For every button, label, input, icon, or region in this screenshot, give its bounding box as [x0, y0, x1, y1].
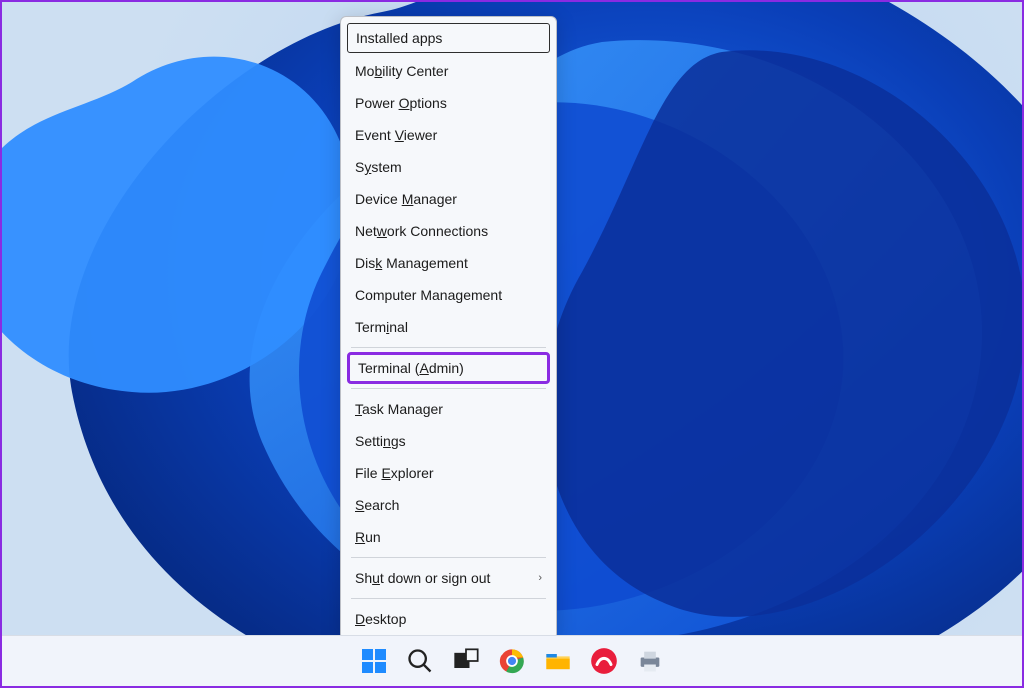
menu-item-12[interactable]: Settings — [341, 425, 556, 457]
menu-item-10[interactable]: Terminal (Admin) — [347, 352, 550, 384]
menu-item-16[interactable]: Shut down or sign out › — [341, 562, 556, 594]
menu-item-0[interactable]: Installed apps — [347, 23, 550, 53]
menu-item-2[interactable]: Power Options — [341, 87, 556, 119]
folder-icon — [544, 647, 572, 675]
menu-item-11[interactable]: Task Manager — [341, 393, 556, 425]
start-button[interactable] — [360, 647, 388, 675]
menu-item-label: Terminal (Admin) — [358, 359, 464, 377]
menu-item-label: Mobility Center — [355, 62, 448, 80]
menu-separator — [351, 347, 546, 348]
menu-separator — [351, 388, 546, 389]
menu-separator — [351, 598, 546, 599]
menu-item-label: Device Manager — [355, 190, 457, 208]
menu-item-label: Shut down or sign out — [355, 569, 490, 587]
menu-item-label: Network Connections — [355, 222, 488, 240]
menu-item-5[interactable]: Device Manager — [341, 183, 556, 215]
menu-item-1[interactable]: Mobility Center — [341, 55, 556, 87]
menu-item-label: Desktop — [355, 610, 406, 628]
menu-item-6[interactable]: Network Connections — [341, 215, 556, 247]
menu-item-4[interactable]: System — [341, 151, 556, 183]
menu-item-8[interactable]: Computer Management — [341, 279, 556, 311]
menu-item-7[interactable]: Disk Management — [341, 247, 556, 279]
menu-item-label: System — [355, 158, 402, 176]
menu-item-13[interactable]: File Explorer — [341, 457, 556, 489]
file-explorer-button[interactable] — [544, 647, 572, 675]
search-button[interactable] — [406, 647, 434, 675]
menu-item-label: Search — [355, 496, 399, 514]
menu-item-3[interactable]: Event Viewer — [341, 119, 556, 151]
menu-item-label: Event Viewer — [355, 126, 437, 144]
task-view-button[interactable] — [452, 647, 480, 675]
chrome-icon — [498, 647, 526, 675]
menu-item-label: Power Options — [355, 94, 447, 112]
menu-separator — [351, 557, 546, 558]
menu-item-label: Run — [355, 528, 381, 546]
menu-item-label: Computer Management — [355, 286, 502, 304]
menu-item-15[interactable]: Run — [341, 521, 556, 553]
chrome-button[interactable] — [498, 647, 526, 675]
printer-icon — [636, 647, 664, 675]
menu-item-17[interactable]: Desktop — [341, 603, 556, 635]
menu-item-label: Installed apps — [356, 29, 442, 47]
menu-item-label: Task Manager — [355, 400, 443, 418]
menu-item-label: File Explorer — [355, 464, 434, 482]
menu-item-label: Settings — [355, 432, 406, 450]
taskbar — [2, 635, 1022, 686]
menu-item-label: Terminal — [355, 318, 408, 336]
winx-context-menu: Installed apps Mobility Center Power Optio… — [340, 16, 557, 640]
chevron-right-icon: › — [538, 569, 542, 587]
menu-item-14[interactable]: Search — [341, 489, 556, 521]
task-view-icon — [452, 647, 480, 675]
red-app-button[interactable] — [590, 647, 618, 675]
printer-app-button[interactable] — [636, 647, 664, 675]
menu-item-label: Disk Management — [355, 254, 468, 272]
red-circle-app-icon — [590, 647, 618, 675]
search-icon — [406, 647, 434, 675]
windows-logo-icon — [362, 649, 386, 673]
menu-item-9[interactable]: Terminal — [341, 311, 556, 343]
